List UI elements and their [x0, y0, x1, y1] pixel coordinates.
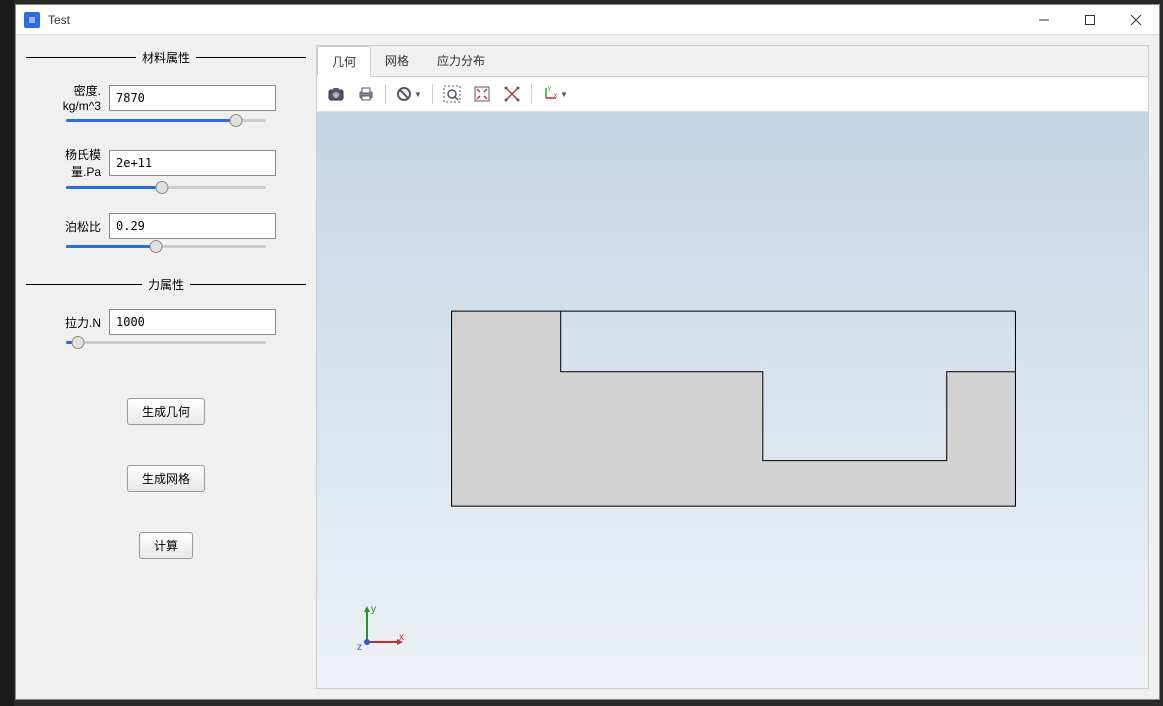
zoom-rect-icon[interactable] [439, 81, 465, 107]
app-window: Test 材料属性 密度. kg/m^3 [15, 4, 1160, 700]
cancel-icon[interactable]: ▼ [392, 81, 426, 107]
tab-mesh[interactable]: 网格 [371, 46, 423, 76]
fit-icon[interactable] [469, 81, 495, 107]
force-label: 拉力.N [56, 314, 109, 331]
tab-geometry[interactable]: 几何 [317, 46, 371, 77]
svg-text:y: y [548, 86, 551, 92]
svg-text:x: x [554, 93, 557, 99]
axis-z-label: z [357, 642, 362, 652]
poisson-field: 泊松比 [26, 213, 306, 239]
maximize-button[interactable] [1067, 5, 1113, 35]
youngs-label: 杨氏模量.Pa [56, 146, 109, 180]
action-buttons: 生成几何 生成网格 计算 [26, 398, 306, 559]
youngs-slider[interactable] [66, 186, 266, 189]
sidebar: 材料属性 密度. kg/m^3 杨氏模量.Pa [26, 45, 306, 689]
pick-icon[interactable] [499, 81, 525, 107]
geometry-shape-clean [317, 112, 1148, 688]
tab-stress[interactable]: 应力分布 [423, 46, 499, 76]
coordinate-axes: y x z [357, 602, 407, 652]
force-slider[interactable] [66, 341, 266, 344]
youngs-input[interactable] [109, 150, 276, 176]
tab-bar: 几何 网格 应力分布 [317, 46, 1148, 77]
poisson-input[interactable] [109, 213, 276, 239]
force-input[interactable] [109, 309, 276, 335]
youngs-field: 杨氏模量.Pa [26, 146, 306, 180]
toolbar: ▼ y x [317, 77, 1148, 112]
material-group-header: 材料属性 [26, 49, 306, 66]
desktop-edge [0, 0, 14, 706]
window-title: Test [48, 13, 1021, 27]
generate-geometry-button[interactable]: 生成几何 [127, 398, 205, 425]
density-field: 密度. kg/m^3 [26, 82, 306, 113]
camera-icon[interactable] [323, 81, 349, 107]
generate-mesh-button[interactable]: 生成网格 [127, 465, 205, 492]
force-group-header: 力属性 [26, 276, 306, 293]
window-controls [1021, 5, 1159, 35]
axis-y-label: y [371, 604, 376, 615]
print-icon[interactable] [353, 81, 379, 107]
toolbar-separator [531, 84, 532, 104]
titlebar[interactable]: Test [16, 5, 1159, 35]
viewport[interactable]: y x z [317, 112, 1148, 688]
density-slider[interactable] [66, 119, 266, 122]
minimize-button[interactable] [1021, 5, 1067, 35]
material-group-label: 材料属性 [136, 49, 196, 66]
axis-x-label: x [399, 632, 404, 643]
toolbar-separator [385, 84, 386, 104]
calculate-button[interactable]: 计算 [139, 532, 193, 559]
force-field: 拉力.N [26, 309, 306, 335]
chevron-down-icon: ▼ [414, 90, 422, 99]
toolbar-separator [432, 84, 433, 104]
poisson-label: 泊松比 [56, 218, 109, 235]
density-label: 密度. kg/m^3 [56, 82, 109, 113]
content-area: 材料属性 密度. kg/m^3 杨氏模量.Pa [16, 35, 1159, 699]
close-button[interactable] [1113, 5, 1159, 35]
app-icon [24, 12, 40, 28]
chevron-down-icon: ▼ [560, 90, 568, 99]
force-group-label: 力属性 [142, 276, 190, 293]
poisson-slider[interactable] [66, 245, 266, 248]
axis-icon[interactable]: y x ▼ [538, 81, 572, 107]
density-input[interactable] [109, 85, 276, 111]
main-panel: 几何 网格 应力分布 ▼ [316, 45, 1149, 689]
